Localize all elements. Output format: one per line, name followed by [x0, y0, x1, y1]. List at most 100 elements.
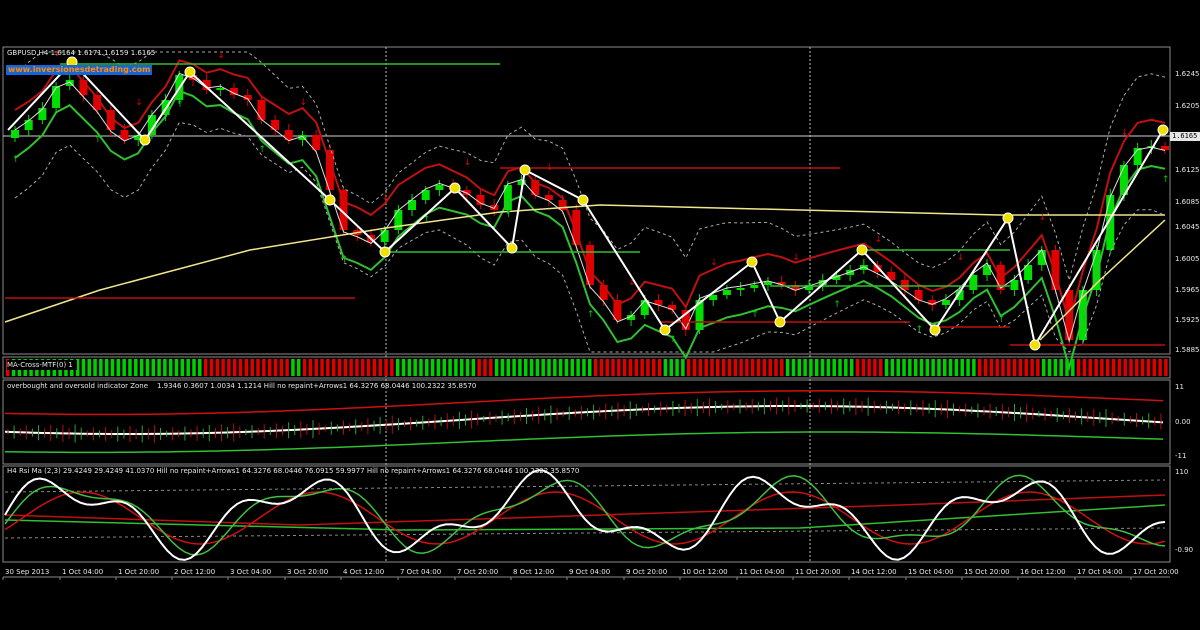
fractal-marker [1029, 339, 1041, 351]
time-axis-label: 1 Oct 20:00 [118, 568, 159, 576]
ma-cross-bar [686, 359, 691, 376]
ma-cross-bar [809, 359, 813, 376]
rsi-axis-label: -0.90 [1175, 546, 1193, 554]
fractal-marker [519, 164, 531, 176]
time-axis-label: 30 Sep 2013 [5, 568, 49, 576]
ma-cross-bar [110, 359, 115, 376]
ma-cross-bar [355, 359, 359, 376]
ma-cross-bar [512, 359, 516, 376]
ma-cross-bar [297, 359, 301, 376]
ma-cross-bar [721, 359, 726, 376]
ma-cross-bar [704, 359, 708, 376]
ma-cross-bar [1012, 359, 1017, 376]
candle-body [1133, 148, 1142, 165]
price-axis-label: 1.5885 [1175, 346, 1200, 354]
time-axis-label: 11 Oct 04:00 [739, 568, 785, 576]
ma-cross-bar [727, 359, 732, 376]
buy-arrow: ↑ [998, 315, 1006, 325]
time-axis-label: 2 Oct 12:00 [174, 568, 215, 576]
ma-cross-bar [1018, 359, 1023, 376]
ma-cross-bar [791, 359, 796, 376]
symbol-header: GBPUSD,H4 1.6164 1.6171 1.6159 1.6165 [7, 49, 156, 57]
ma-cross-bar [518, 359, 522, 376]
ma-cross-bar [681, 359, 685, 376]
time-axis-label: 9 Oct 04:00 [569, 568, 610, 576]
candle-body [380, 230, 389, 242]
ma-cross-bar [943, 359, 947, 376]
rsi-axis-label: 110 [1175, 468, 1188, 476]
ma-cross-bar [425, 359, 429, 376]
ma-cross-bar [698, 359, 703, 376]
ma-cross-bar [232, 359, 237, 376]
candle-body [52, 86, 61, 108]
ma-cross-bar [1007, 359, 1011, 376]
ma-cross-bar [256, 359, 260, 376]
time-axis-label: 7 Oct 20:00 [457, 568, 498, 576]
fractal-marker [139, 134, 151, 146]
ma-cross-bar [896, 359, 900, 376]
ma-cross-bar [320, 359, 324, 376]
ma-cross-bar [669, 359, 673, 376]
buy-arrow: ↑ [94, 135, 102, 145]
watermark-link[interactable]: www.inversionesdetrading.com [6, 65, 153, 75]
fractal-marker [929, 324, 941, 336]
oscillator-axis-label: -11 [1175, 452, 1186, 460]
ma-cross-bar [180, 359, 185, 376]
ma-cross-bar [977, 359, 982, 376]
ma-cross-label: MA-Cross-MTF(0) 1 [7, 360, 77, 370]
sell-arrow: ↓ [300, 98, 308, 108]
ma-cross-bar [692, 359, 697, 376]
ma-cross-bar [867, 359, 871, 376]
trading-chart-screenshot: ↑ ↓ ↑ ↓ ↑ ↓ ↑ ↓ ↑ ↓ ↑ ↓ ↑ ↓ ↑ ↓ ↑ ↓ ↑ ↓ ↑ ↓ ↑ ↓ ↑ ↓ ↑ ↓ ↑ 1.6245 1.62… [0, 0, 1200, 630]
ma-cross-bar [116, 359, 121, 376]
ma-cross-bar [361, 359, 365, 376]
ma-cross-bar [1071, 359, 1075, 376]
time-axis-label: 1 Oct 04:00 [62, 568, 103, 576]
ma-cross-bar [890, 359, 895, 376]
ma-cross-bar [588, 359, 592, 376]
time-axis-label: 8 Oct 12:00 [513, 568, 554, 576]
time-axis-label: 16 Oct 12:00 [1020, 568, 1066, 576]
ma-cross-bar [506, 359, 511, 376]
ma-cross-bar [413, 359, 417, 376]
candle-body [1010, 280, 1019, 290]
ma-cross-bar [716, 359, 720, 376]
ma-cross-bar [762, 359, 767, 376]
buy-arrow: ↑ [505, 210, 513, 220]
price-axis-label: 1.6205 [1175, 102, 1200, 110]
ma-cross-bar [465, 359, 470, 376]
ma-cross-bar [104, 359, 109, 376]
ma-cross-bar [913, 359, 918, 376]
sell-arrow: ↓ [1121, 128, 1129, 138]
buy-arrow: ↑ [258, 145, 266, 155]
ma-cross-bar [454, 359, 458, 376]
ma-cross-bar [343, 359, 348, 376]
ma-cross-bar [395, 359, 400, 376]
ma-cross-bar [1001, 359, 1005, 376]
ma-cross-bar [145, 359, 150, 376]
fractal-marker [577, 194, 589, 206]
ma-cross-bar [570, 359, 575, 376]
sell-arrow: ↓ [875, 235, 883, 245]
ma-cross-bar [745, 359, 749, 376]
price-axis-label: 1.6045 [1175, 223, 1200, 231]
ma-cross-bar [652, 359, 656, 376]
ma-cross-bar [174, 359, 179, 376]
candle-body [11, 130, 19, 138]
ma-cross-bar [308, 359, 313, 376]
fractal-marker [506, 242, 518, 254]
time-axis-label: 10 Oct 12:00 [682, 568, 728, 576]
ma-cross-bar [844, 359, 848, 376]
ma-cross-bar [1111, 359, 1116, 376]
ma-cross-bar [1053, 359, 1058, 376]
price-axis-label: 1.6005 [1175, 255, 1200, 263]
ma-cross-bar [1100, 359, 1104, 376]
buy-arrow: ↑ [916, 325, 924, 335]
price-axis-label: 1.5925 [1175, 316, 1200, 324]
ma-cross-bar [937, 359, 941, 376]
ma-cross-bar [832, 359, 836, 376]
ma-cross-bar [733, 359, 737, 376]
ma-cross-bar [972, 359, 976, 376]
ma-cross-bar [803, 359, 807, 376]
ma-cross-bar [500, 359, 505, 376]
